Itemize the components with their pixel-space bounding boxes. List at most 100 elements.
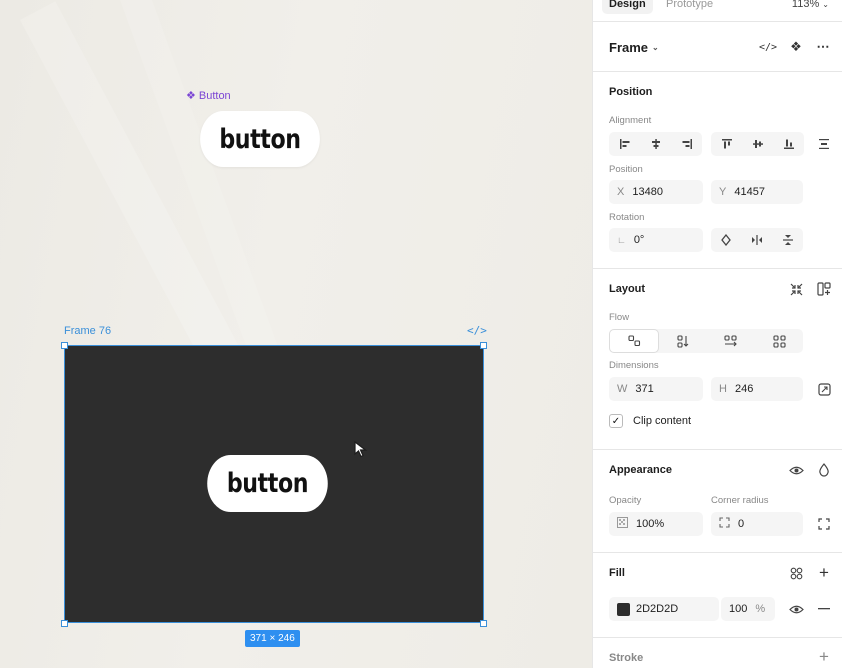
width-field[interactable]: W 371 [609, 377, 703, 401]
frame-type-dropdown[interactable]: Frame ⌄ [609, 40, 659, 55]
blend-mode-icon[interactable] [816, 462, 832, 478]
collapse-icon[interactable] [788, 281, 804, 297]
design-canvas[interactable]: ❖ Button button Frame 76 </> button 371 … [0, 0, 592, 668]
resize-handle-bottom-left[interactable] [61, 620, 68, 627]
flow-vertical-icon[interactable] [659, 329, 707, 353]
component-label[interactable]: ❖ Button [186, 89, 231, 103]
align-center-h-icon[interactable] [640, 132, 671, 156]
align-bottom-icon[interactable] [773, 132, 804, 156]
h-value: 246 [734, 383, 754, 395]
eye-icon[interactable] [788, 601, 804, 617]
appearance-section: Appearance Opacity Corner radius 100% 0 [593, 450, 842, 553]
align-right-icon[interactable] [671, 132, 702, 156]
position-label: Position [609, 164, 643, 175]
vertical-align-group [711, 132, 804, 156]
frame-title: Frame [609, 40, 649, 55]
stroke-title: Stroke [609, 652, 644, 664]
zoom-value: 113% [791, 0, 820, 10]
frame-label[interactable]: Frame 76 [64, 325, 111, 337]
code-view-icon[interactable]: </> [759, 39, 777, 55]
flip-vertical-icon[interactable] [772, 228, 803, 252]
flow-group [609, 329, 803, 353]
flip-horizontal-icon[interactable] [742, 228, 773, 252]
corner-radius-icon [719, 517, 730, 531]
w-key: W [617, 383, 628, 395]
layout-title: Layout [609, 283, 646, 295]
fill-opacity-value: 100 [729, 603, 748, 615]
constrain-proportions-icon[interactable] [816, 381, 832, 397]
angle-icon: ∟ [617, 235, 626, 245]
chevron-down-icon: ⌄ [652, 43, 659, 52]
x-key: X [617, 186, 625, 198]
panel-tabs: Design Prototype 113% ⌄ [593, 0, 842, 22]
layout-section: Layout Flow Dimensions W 371 H 246 ✓ Cli… [593, 269, 842, 450]
mouse-cursor-icon [354, 441, 368, 458]
w-value: 371 [635, 383, 654, 395]
add-stroke-icon[interactable]: + [816, 647, 832, 666]
fill-opacity-field[interactable]: 100 % [721, 597, 775, 621]
fill-hex: 2D2D2D [636, 603, 679, 615]
component-button[interactable]: button [200, 111, 320, 167]
rotation-label: Rotation [609, 212, 645, 223]
corner-radius-field[interactable]: 0 [711, 512, 803, 536]
flow-grid-icon[interactable] [755, 329, 803, 353]
clip-content-checkbox[interactable]: ✓ [609, 414, 623, 428]
align-middle-icon[interactable] [742, 132, 773, 156]
flow-horizontal-icon[interactable] [707, 329, 755, 353]
opacity-icon [617, 517, 628, 531]
clip-content-label: Clip content [633, 415, 692, 427]
fill-swatch[interactable] [617, 602, 630, 616]
dimensions-label: Dimensions [609, 360, 659, 371]
x-value: 13480 [632, 186, 663, 198]
distribute-icon[interactable] [816, 136, 832, 152]
y-field[interactable]: Y 41457 [711, 180, 803, 204]
chevron-down-icon: ⌄ [822, 0, 829, 9]
opacity-field[interactable]: 100% [609, 512, 703, 536]
y-key: Y [719, 186, 727, 198]
y-value: 41457 [734, 186, 765, 198]
fill-color-field[interactable]: 2D2D2D [609, 597, 719, 621]
resize-handle-bottom-right[interactable] [480, 620, 487, 627]
align-top-icon[interactable] [711, 132, 742, 156]
rotate-icon[interactable] [711, 228, 742, 252]
frame-button-instance[interactable]: button [207, 455, 328, 512]
component-icon[interactable]: ❖ [788, 39, 804, 55]
height-field[interactable]: H 246 [711, 377, 803, 401]
opacity-label: Opacity [609, 495, 642, 506]
add-fill-icon[interactable]: + [816, 563, 832, 582]
opacity-value: 100% [636, 518, 665, 530]
rotation-value: 0° [633, 234, 645, 246]
add-layout-icon[interactable] [816, 281, 832, 297]
frame-button-text: button [226, 468, 309, 499]
corner-radius-label: Corner radius [711, 495, 769, 506]
rotation-field[interactable]: ∟ 0° [609, 228, 703, 252]
component-icon: ❖ [186, 90, 196, 102]
component-label-text: Button [198, 89, 231, 102]
tab-prototype[interactable]: Prototype [659, 0, 720, 14]
more-options-icon[interactable]: ⋯ [815, 39, 831, 55]
stroke-section: Stroke + [593, 638, 842, 668]
h-key: H [719, 383, 727, 395]
zoom-dropdown[interactable]: 113% ⌄ [792, 0, 829, 15]
alignment-label: Alignment [609, 115, 652, 126]
remove-fill-icon[interactable] [816, 601, 832, 617]
eye-icon[interactable] [788, 462, 804, 478]
tab-design[interactable]: Design [602, 0, 653, 14]
flow-label: Flow [609, 312, 630, 323]
size-badge: 371 × 246 [245, 630, 300, 647]
resize-handle-top-right[interactable] [480, 342, 487, 349]
properties-panel: Design Prototype 113% ⌄ Frame ⌄ </> ❖ ⋯ P… [592, 0, 842, 668]
component-button-text: button [219, 123, 301, 155]
code-icon[interactable]: </> [467, 324, 487, 337]
corner-radius-value: 0 [738, 518, 745, 530]
independent-corners-icon[interactable] [816, 516, 832, 532]
resize-handle-top-left[interactable] [61, 342, 68, 349]
x-field[interactable]: X 13480 [609, 180, 703, 204]
align-left-icon[interactable] [609, 132, 640, 156]
horizontal-align-group [609, 132, 702, 156]
position-section: Position Alignment Position X 13480 Y 41… [593, 72, 842, 269]
position-title: Position [609, 86, 653, 98]
flow-freeform-icon[interactable] [609, 329, 659, 353]
styles-icon[interactable] [788, 565, 804, 581]
appearance-title: Appearance [609, 464, 672, 476]
